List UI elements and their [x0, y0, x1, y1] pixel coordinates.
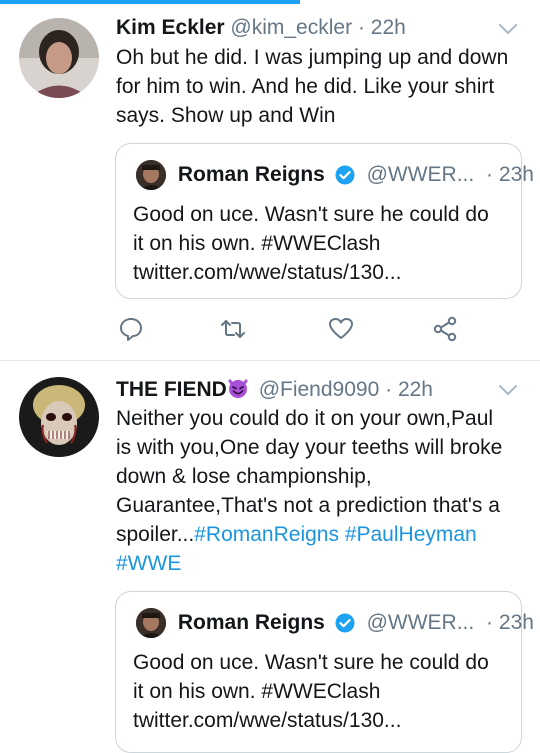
verified-icon	[335, 165, 355, 185]
verified-icon	[335, 613, 355, 633]
quoted-author-handle: @WWER...	[366, 611, 475, 634]
dot-separator: ·	[486, 163, 494, 186]
quoted-tweet-header: Roman Reigns @WWER... · 23h	[136, 160, 534, 190]
tweet-text-line: is with you,One day your teeths will bro…	[116, 436, 503, 459]
tweet-text-line: down & lose championship,	[116, 465, 372, 488]
hashtag-link[interactable]: #WWE	[116, 552, 181, 575]
tweet-kim-eckler[interactable]: Kim Eckler @kim_eckler · 22h Oh but he d…	[0, 0, 540, 360]
quoted-tweet-text: Good on uce. Wasn't sure he could do it …	[133, 648, 513, 735]
quoted-tweet-header: Roman Reigns @WWER... · 23h	[136, 608, 534, 638]
quoted-author-name: Roman Reigns	[177, 163, 325, 186]
timestamp[interactable]: 22h	[371, 16, 406, 39]
tweet-header: Kim Eckler @kim_eckler · 22h	[116, 16, 406, 44]
share-icon[interactable]	[432, 316, 458, 342]
timestamp[interactable]: 22h	[398, 378, 433, 401]
retweet-icon[interactable]	[220, 316, 246, 342]
reply-icon[interactable]	[118, 316, 144, 342]
tweet-text: Oh but he did. I was jumping up and down…	[116, 43, 511, 130]
quoted-text-line: Good on uce. Wasn't sure he could do	[133, 651, 489, 674]
quoted-author-name: Roman Reigns	[177, 611, 325, 634]
tweet-header: THE FIEND @Fiend9090 · 22h	[116, 377, 433, 405]
quoted-text-line: Good on uce. Wasn't sure he could do	[133, 203, 489, 226]
dot-separator: ·	[486, 611, 494, 634]
quoted-tweet[interactable]: Roman Reigns @WWER... · 23h Good on uce.…	[115, 143, 534, 299]
quoted-text-line: it on his own. #WWEClash	[133, 232, 381, 255]
author-handle[interactable]: @kim_eckler	[230, 16, 352, 39]
hashtag-link[interactable]: #RomanReigns	[194, 523, 339, 546]
dot-separator: ·	[357, 16, 365, 39]
like-icon[interactable]	[328, 316, 354, 342]
avatar[interactable]	[19, 18, 99, 98]
quoted-timestamp: 23h	[498, 611, 534, 634]
tweet-text-line: Oh but he did. I was jumping up and down	[116, 46, 509, 69]
quoted-text-line: twitter.com/wwe/status/130...	[133, 261, 402, 284]
avatar[interactable]	[19, 377, 99, 457]
hashtag-link[interactable]: #PaulHeyman	[345, 523, 477, 546]
quoted-text-line: twitter.com/wwe/status/130...	[133, 709, 402, 732]
tweet-text: Neither you could do it on your own,Paul…	[116, 404, 511, 578]
tweet-text-plain: spoiler...	[116, 523, 195, 546]
chevron-down-icon[interactable]	[498, 383, 518, 397]
quoted-avatar	[136, 608, 166, 638]
author-name[interactable]: Kim Eckler	[116, 16, 225, 39]
tweet-text-line: #WWE	[116, 549, 511, 578]
author-name[interactable]: THE FIEND	[116, 378, 227, 401]
quoted-tweet-text: Good on uce. Wasn't sure he could do it …	[133, 200, 513, 287]
chevron-down-icon[interactable]	[498, 22, 518, 36]
quoted-tweet[interactable]: Roman Reigns @WWER... · 23h Good on uce.…	[115, 591, 534, 753]
tweet-the-fiend[interactable]: THE FIEND @Fiend9090 · 22h Neither you c…	[0, 361, 540, 753]
devil-emoji-icon	[228, 379, 248, 398]
tweet-text-line: Guarantee,That's not a prediction that's…	[116, 494, 500, 517]
tweet-text-line: says. Show up and Win	[116, 104, 336, 127]
tweet-text-line: spoiler...#RomanReigns #PaulHeyman	[116, 520, 511, 549]
author-handle[interactable]: @Fiend9090	[259, 378, 380, 401]
quoted-text-line: it on his own. #WWEClash	[133, 680, 381, 703]
tweet-actions	[116, 316, 476, 342]
quoted-avatar	[136, 160, 166, 190]
quoted-timestamp: 23h	[498, 163, 534, 186]
tweet-text-line: for him to win. And he did. Like your sh…	[116, 75, 495, 98]
tweet-text-line: Neither you could do it on your own,Paul	[116, 407, 494, 430]
quoted-author-handle: @WWER...	[366, 163, 475, 186]
dot-separator: ·	[385, 378, 393, 401]
